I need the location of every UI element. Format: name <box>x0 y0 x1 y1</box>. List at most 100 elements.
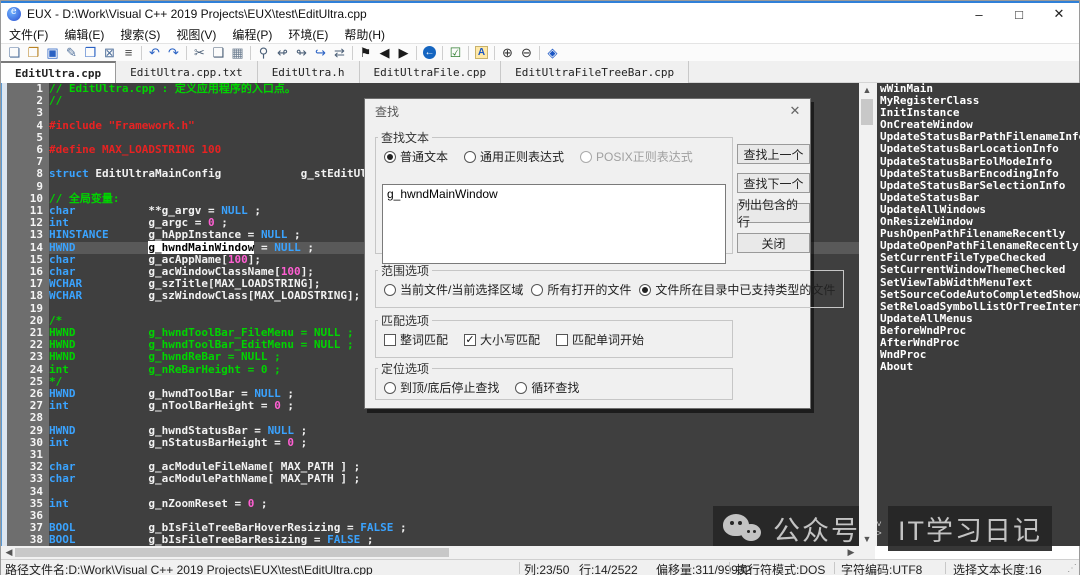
zoom-out-icon[interactable]: ⊖ <box>517 45 536 61</box>
list-matching-lines-button[interactable]: 列出包含的行 <box>737 203 810 223</box>
vertical-scroll-thumb[interactable] <box>861 99 873 125</box>
symbol-item[interactable]: SetViewTabWidthMenuText <box>877 277 1080 289</box>
find-next-icon[interactable]: ↬ <box>292 45 311 61</box>
menu-item-1[interactable]: 编辑(E) <box>56 26 112 43</box>
redo-icon[interactable]: ↷ <box>164 45 183 61</box>
back-icon[interactable]: ← <box>420 45 439 61</box>
horizontal-scroll-thumb[interactable] <box>15 548 449 557</box>
radio-unchecked[interactable] <box>464 151 476 163</box>
goto-line-icon[interactable]: ↪ <box>311 45 330 61</box>
toolbar-separator <box>539 46 540 60</box>
dialog-close-icon[interactable]: ✕ <box>780 99 810 123</box>
menu-item-3[interactable]: 视图(V) <box>168 26 224 43</box>
prev-bookmark-icon[interactable]: ◀ <box>375 45 394 61</box>
position-options: 到顶/底后停止查找循环查找 <box>376 377 732 398</box>
radio-position-0[interactable]: 到顶/底后停止查找 <box>384 379 499 396</box>
watermark-mid-bottom: > <box>876 529 881 538</box>
line-number: 14 <box>30 242 43 254</box>
radio-text-type-2[interactable]: POSIX正则表达式 <box>580 148 693 165</box>
menu-item-4[interactable]: 编程(P) <box>224 26 280 43</box>
symbol-item[interactable]: SetCurrentWindowThemeChecked <box>877 264 1080 276</box>
zoom-in-icon[interactable]: ⊕ <box>498 45 517 61</box>
check-unchecked[interactable] <box>384 334 396 346</box>
open-file-icon[interactable]: ❐ <box>24 45 43 61</box>
minimize-button[interactable]: – <box>959 3 999 25</box>
scroll-down-icon[interactable]: ▼ <box>859 532 875 546</box>
find-prev-icon[interactable]: ↫ <box>273 45 292 61</box>
line-number-gutter: 1234567891011121314151617181920212223242… <box>7 83 49 546</box>
maximize-button[interactable]: □ <box>999 3 1039 25</box>
menu-item-2[interactable]: 搜索(S) <box>112 26 168 43</box>
vertical-scrollbar[interactable]: ▲ ▼ <box>859 83 875 546</box>
radio-unchecked[interactable] <box>384 382 396 394</box>
checkbox-match-0[interactable]: 整词匹配 <box>384 331 448 348</box>
radio-unchecked[interactable] <box>515 382 527 394</box>
tab-editultrafiletreebar-cpp[interactable]: EditUltraFileTreeBar.cpp <box>501 61 689 83</box>
radio-checked[interactable] <box>384 151 396 163</box>
copy-icon[interactable]: ❑ <box>209 45 228 61</box>
radio-scope-0[interactable]: 当前文件/当前选择区域 <box>384 281 523 298</box>
symbol-item[interactable]: UpdateStatusBarEolModeInfo <box>877 156 1080 168</box>
paste-icon[interactable]: ▦ <box>228 45 247 61</box>
check-checked[interactable]: ✓ <box>464 334 476 346</box>
tab-bar: EditUltra.cppEditUltra.cpp.txtEditUltra.… <box>1 61 1079 83</box>
find-previous-button[interactable]: 查找上一个 <box>737 144 810 164</box>
horizontal-scrollbar[interactable]: ◀ ▶ <box>1 546 859 559</box>
line-number: 9 <box>36 181 43 193</box>
menu-item-0[interactable]: 文件(F) <box>1 26 56 43</box>
tab-editultra-cpp[interactable]: EditUltra.cpp <box>1 61 116 83</box>
title-bar: EUX - D:\Work\Visual C++ 2019 Projects\E… <box>1 3 1079 25</box>
toolbar-separator <box>141 46 142 60</box>
watermark-block-right: IT学习日记 <box>888 506 1052 551</box>
close-dialog-button[interactable]: 关闭 <box>737 233 810 253</box>
save-as-icon[interactable]: ✎ <box>62 45 81 61</box>
checkbox-match-2[interactable]: 匹配单词开始 <box>556 331 644 348</box>
radio-unchecked[interactable] <box>531 284 543 296</box>
radio-text-type-1[interactable]: 通用正则表达式 <box>464 148 564 165</box>
symbol-item[interactable]: About <box>877 361 1080 373</box>
radio-text-type-0[interactable]: 普通文本 <box>384 148 448 165</box>
about-icon[interactable]: ◈ <box>543 45 562 61</box>
file-list-icon[interactable]: ≡ <box>119 45 138 61</box>
scroll-up-icon[interactable]: ▲ <box>859 83 875 97</box>
replace-icon[interactable]: ⇄ <box>330 45 349 61</box>
scroll-right-icon[interactable]: ▶ <box>843 546 859 559</box>
tab-editultrafile-cpp[interactable]: EditUltraFile.cpp <box>360 61 502 83</box>
next-bookmark-icon[interactable]: ▶ <box>394 45 413 61</box>
tab-editultra-h[interactable]: EditUltra.h <box>258 61 360 83</box>
checkbox-match-1[interactable]: ✓大小写匹配 <box>464 331 540 348</box>
match-group: 匹配选项 整词匹配 ✓大小写匹配匹配单词开始 <box>375 312 733 358</box>
radio-checked[interactable] <box>639 284 651 296</box>
cut-icon[interactable]: ✂ <box>190 45 209 61</box>
radio-scope-2[interactable]: 文件所在目录中已支持类型的文件 <box>639 281 835 298</box>
symbol-item[interactable]: UpdateStatusBarEncodingInfo <box>877 168 1080 180</box>
find-text-input[interactable]: g_hwndMainWindow <box>382 184 726 264</box>
symbol-item[interactable]: UpdateStatusBarLocationInfo <box>877 143 1080 155</box>
menu-item-6[interactable]: 帮助(H) <box>336 26 393 43</box>
resize-grip-icon[interactable]: ⋰ <box>1067 563 1077 574</box>
symbol-item[interactable]: SetReloadSymbolListOrTreeInterval <box>877 301 1080 313</box>
menu-item-5[interactable]: 环境(E) <box>280 26 336 43</box>
radio-unchecked[interactable] <box>384 284 396 296</box>
checklist-icon[interactable]: ☑ <box>446 45 465 61</box>
code-line[interactable]: char g_acModulePathName[ MAX_PATH ] ; <box>49 473 859 485</box>
save-all-icon[interactable]: ❒ <box>81 45 100 61</box>
find-icon[interactable]: ⚲ <box>254 45 273 61</box>
find-next-button[interactable]: 查找下一个 <box>737 173 810 193</box>
new-file-icon[interactable]: ❏ <box>5 45 24 61</box>
syntax-highlight-icon[interactable]: A <box>472 45 491 61</box>
save-icon[interactable]: ▣ <box>43 45 62 61</box>
code-line[interactable]: // EditUltra.cpp : 定义应用程序的入口点。 <box>49 83 859 95</box>
radio-position-1[interactable]: 循环查找 <box>515 379 579 396</box>
match-group-label: 匹配选项 <box>378 312 432 329</box>
code-line[interactable]: int g_nStatusBarHeight = 0 ; <box>49 437 859 449</box>
undo-icon[interactable]: ↶ <box>145 45 164 61</box>
close-button[interactable]: ✕ <box>1039 3 1079 25</box>
close-file-icon[interactable]: ⊠ <box>100 45 119 61</box>
app-window: EUX - D:\Work\Visual C++ 2019 Projects\E… <box>0 0 1080 575</box>
check-unchecked[interactable] <box>556 334 568 346</box>
tab-editultra-cpp-txt[interactable]: EditUltra.cpp.txt <box>116 61 258 83</box>
symbol-item[interactable]: SetSourceCodeAutoCompletedShowAft <box>877 289 1080 301</box>
bookmark-icon[interactable]: ⚑ <box>356 45 375 61</box>
radio-scope-1[interactable]: 所有打开的文件 <box>531 281 631 298</box>
